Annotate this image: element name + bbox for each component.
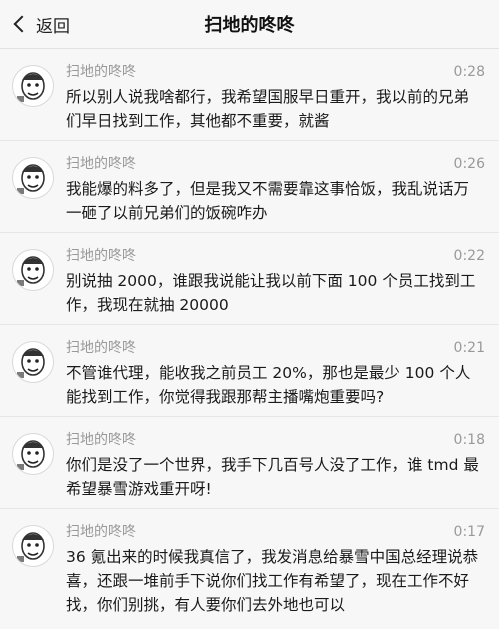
list-item[interactable]: 扫地的咚咚 0:17 36 氪出来的时候我真信了，我发消息给暴雪中国总经理说恭喜… xyxy=(0,509,499,629)
avatar[interactable] xyxy=(12,65,54,107)
list-item[interactable]: 扫地的咚咚 0:22 别说抽 2000，谁跟我说能让我以前下面 100 个员工找… xyxy=(0,233,499,325)
back-label: 返回 xyxy=(36,16,70,37)
list-item[interactable]: 扫地的咚咚 0:18 你们是没了一个世界，我手下几百号人没了工作，谁 tmd 最… xyxy=(0,417,499,509)
page-title: 扫地的咚咚 xyxy=(204,15,295,36)
avatar[interactable] xyxy=(12,341,54,383)
message-text: 不管谁代理，能收我之前员工 20%，那也是最少 100 个人能找到工作，你觉得我… xyxy=(66,364,471,406)
message-text: 别说抽 2000，谁跟我说能让我以前下面 100 个员工找到工作，我现在就抽 2… xyxy=(66,272,476,314)
avatar[interactable] xyxy=(12,157,54,199)
avatar[interactable] xyxy=(12,433,54,475)
list-item[interactable]: 扫地的咚咚 0:26 我能爆的料多了，但是我又不需要靠这事恰饭，我乱说话万一砸了… xyxy=(0,141,499,233)
sender-name: 扫地的咚咚 xyxy=(66,156,136,172)
top-bar: 返回 扫地的咚咚 xyxy=(0,0,499,49)
timestamp: 0:26 xyxy=(453,156,485,172)
message-text: 你们是没了一个世界，我手下几百号人没了工作，谁 tmd 最希望暴雪游戏重开呀! xyxy=(66,456,479,498)
back-button[interactable]: 返回 xyxy=(10,0,70,48)
timestamp: 0:18 xyxy=(453,432,485,448)
list-item[interactable]: 扫地的咚咚 0:21 不管谁代理，能收我之前员工 20%，那也是最少 100 个… xyxy=(0,325,499,417)
message-text: 我能爆的料多了，但是我又不需要靠这事恰饭，我乱说话万一砸了以前兄弟们的饭碗咋办 xyxy=(66,180,470,222)
timestamp: 0:28 xyxy=(453,64,485,80)
sender-name: 扫地的咚咚 xyxy=(66,340,136,356)
sender-name: 扫地的咚咚 xyxy=(66,248,136,264)
sender-name: 扫地的咚咚 xyxy=(66,432,136,448)
sender-name: 扫地的咚咚 xyxy=(66,524,136,540)
avatar[interactable] xyxy=(12,525,54,567)
message-list: 扫地的咚咚 0:28 所以别人说我啥都行，我希望国服早日重开，我以前的兄弟们早日… xyxy=(0,49,499,629)
sender-name: 扫地的咚咚 xyxy=(66,64,136,80)
timestamp: 0:21 xyxy=(453,340,485,356)
list-item[interactable]: 扫地的咚咚 0:28 所以别人说我啥都行，我希望国服早日重开，我以前的兄弟们早日… xyxy=(0,49,499,141)
message-text: 所以别人说我啥都行，我希望国服早日重开，我以前的兄弟们早日找到工作，其他都不重要… xyxy=(66,88,470,130)
timestamp: 0:17 xyxy=(453,524,485,540)
message-text: 36 氪出来的时候我真信了，我发消息给暴雪中国总经理说恭喜，还跟一堆前手下说你们… xyxy=(66,548,479,614)
chevron-left-icon xyxy=(13,15,31,33)
avatar[interactable] xyxy=(12,249,54,291)
timestamp: 0:22 xyxy=(453,248,485,264)
